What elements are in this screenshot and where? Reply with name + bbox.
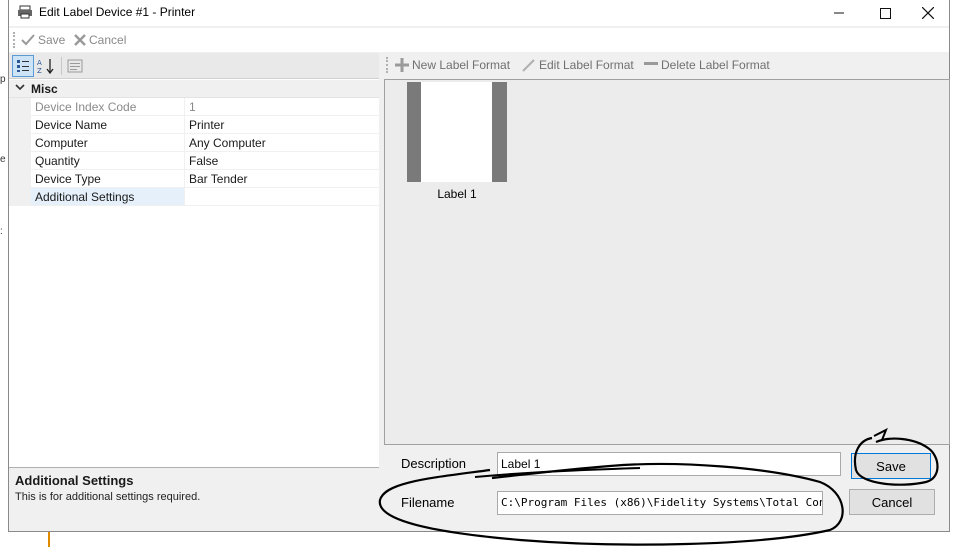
title-bar: Edit Label Device #1 - Printer [9,0,949,26]
main-toolbar [9,28,949,52]
alphabetical-sort-button[interactable]: A Z [35,55,57,77]
filename-field[interactable]: C:\Program Files (x86)\Fidelity Systems\… [497,491,823,515]
background-accent-bar [48,532,50,547]
background-fragment: e [0,154,6,165]
minimize-button[interactable] [816,0,862,26]
property-pages-button[interactable] [64,55,86,77]
property-row-device-type[interactable]: Device Type Bar Tender [9,170,379,188]
categorized-icon [17,60,29,72]
row-gutter [9,98,31,115]
help-title: Additional Settings [15,473,134,488]
checkmark-icon [21,34,35,46]
property-name: Device Type [31,170,185,187]
property-row-quantity[interactable]: Quantity False [9,152,379,170]
property-row-device-index-code[interactable]: Device Index Code 1 [9,98,379,116]
label-thumbnail[interactable] [407,82,507,182]
property-help-pane: Additional Settings This is for addition… [9,467,379,531]
sort-az-icon: A Z [37,59,54,74]
row-gutter [9,188,31,205]
row-gutter [9,152,31,169]
minus-icon [644,62,658,65]
label-caption: Label 1 [437,187,477,201]
categorized-view-button[interactable] [12,55,34,77]
help-description: This is for additional settings required… [15,491,201,503]
toolbar-grip [386,57,388,73]
background-fragment: p [0,74,6,85]
close-icon [922,7,934,19]
maximize-button[interactable] [862,0,908,26]
property-row-additional-settings[interactable]: Additional Settings [9,188,379,206]
property-row-device-name[interactable]: Device Name Printer [9,116,379,134]
property-row-computer[interactable]: Computer Any Computer [9,134,379,152]
property-name: Additional Settings [31,188,185,205]
property-name: Device Index Code [31,98,185,115]
delete-label-format-button[interactable]: Delete Label Format [644,58,770,72]
chevron-down-icon[interactable] [9,83,31,94]
label-format-list: Label 1 [384,79,950,445]
row-gutter [9,170,31,187]
property-value[interactable]: False [185,152,379,169]
save-button[interactable]: Save [851,453,931,479]
description-field[interactable]: Label 1 [497,452,841,476]
property-value: 1 [189,100,196,114]
pencil-icon [522,59,535,72]
new-label-format-button[interactable]: New Label Format [395,58,510,72]
toolbar-cancel-button[interactable]: Cancel [74,33,126,47]
toolbar-grip [13,32,15,48]
window-title: Edit Label Device #1 - Printer [39,5,196,19]
cancel-button[interactable]: Cancel [849,489,935,515]
row-gutter [9,116,31,133]
category-label: Misc [31,81,58,96]
property-grid-toolbar: A Z [9,53,379,79]
edit-label-format-label: Edit Label Format [539,58,634,72]
svg-text:A: A [37,59,42,67]
edit-label-device-dialog: Edit Label Device #1 - Printer Save Canc… [8,0,950,532]
property-value[interactable]: Printer [185,116,379,133]
plus-icon [395,58,409,72]
toolbar-save-button[interactable]: Save [21,33,65,47]
property-name: Quantity [31,152,185,169]
property-grid-panel: A Z Misc Device Index Code 1 Device Name… [9,53,379,531]
row-gutter [9,134,31,151]
property-value[interactable] [185,188,379,205]
property-name: Device Name [31,116,185,133]
printer-icon [18,5,32,19]
toolbar-cancel-label: Cancel [89,33,127,47]
description-label: Description [401,456,467,471]
label-paper-preview [421,82,492,182]
property-grid: Misc Device Index Code 1 Device Name Pri… [9,80,379,206]
edit-label-format-button[interactable]: Edit Label Format [522,58,634,72]
category-misc[interactable]: Misc [9,80,379,98]
property-pages-icon [67,59,83,73]
filename-label: Filename [401,495,455,510]
panel-splitter[interactable] [379,53,383,531]
property-name: Computer [31,134,185,151]
svg-text:Z: Z [37,67,42,74]
background-fragment: : [0,226,3,237]
new-label-format-label: New Label Format [412,58,511,72]
property-value[interactable]: Bar Tender [185,170,379,187]
toolbar-save-label: Save [38,33,66,47]
close-button[interactable] [905,0,951,26]
delete-label-format-label: Delete Label Format [661,58,770,72]
property-value[interactable]: Any Computer [185,134,379,151]
cancel-x-icon [74,34,86,46]
maximize-icon [879,7,891,19]
minimize-icon [834,12,844,14]
toolbar-separator [61,57,62,75]
